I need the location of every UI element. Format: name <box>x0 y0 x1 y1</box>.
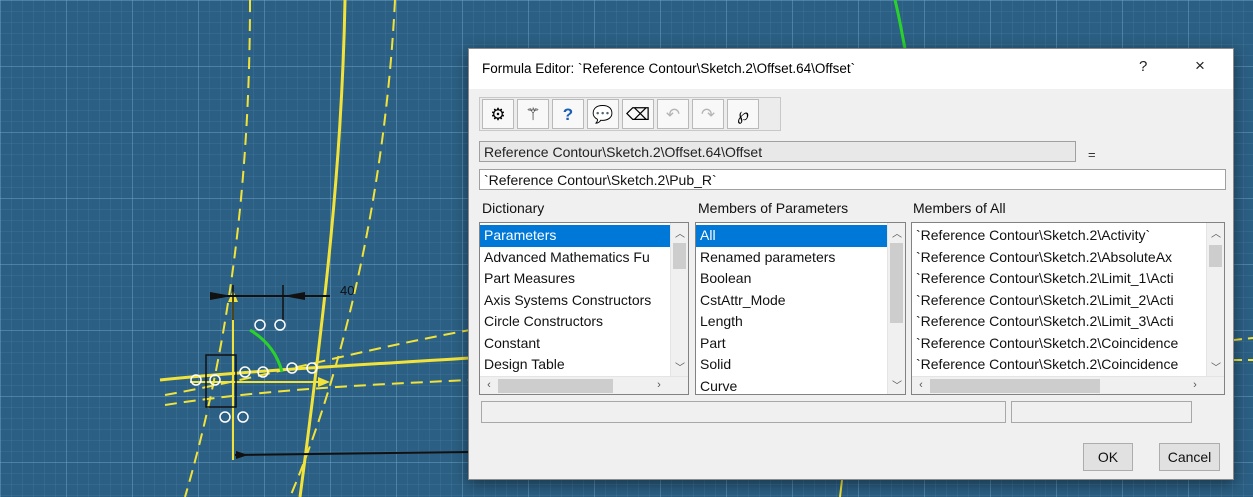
dashed-curve-3 <box>164 329 471 396</box>
scroll-down-icon[interactable]: ﹀ <box>1207 359 1224 374</box>
list-item[interactable]: `Reference Contour\Sketch.2\AbsoluteAx <box>912 247 1206 269</box>
list-item[interactable]: Boolean <box>696 268 887 290</box>
list-item[interactable]: Design Table <box>480 354 670 376</box>
list-item[interactable]: `Reference Contour\Sketch.2\Coincidence <box>912 333 1206 355</box>
cancel-button[interactable]: Cancel <box>1159 443 1220 471</box>
tool-0[interactable]: ⚙ <box>482 99 514 129</box>
curve-bottom[interactable] <box>839 479 843 497</box>
list-item[interactable]: `Reference Contour\Sketch.2\Limit_2\Acti <box>912 290 1206 312</box>
scroll-thumb[interactable] <box>930 379 1100 393</box>
scroll-up-icon[interactable]: ︿ <box>671 225 688 240</box>
list-item[interactable]: Length <box>696 311 887 333</box>
tool-2[interactable]: ? <box>552 99 584 129</box>
eraser-icon: ⌫ <box>625 104 651 124</box>
scroll-down-icon[interactable]: ﹀ <box>888 377 905 392</box>
scroll-down-icon[interactable]: ﹀ <box>671 359 688 374</box>
scroll-up-icon[interactable]: ︿ <box>1207 225 1224 240</box>
formula-editor-dialog: Formula Editor: `Reference Contour\Sketc… <box>468 48 1234 480</box>
dictionary-list[interactable]: Parameters Advanced Mathematics Fu Part Me… <box>479 222 689 395</box>
curve-right-top[interactable] <box>893 0 907 49</box>
members-all-label: Members of All <box>913 200 1006 216</box>
horizontal-axis-arrow <box>318 377 330 387</box>
list-item[interactable]: Renamed parameters <box>696 247 887 269</box>
dictionary-icon: ⚙ <box>490 104 506 124</box>
members-all-vscroll[interactable]: ︿ ﹀ <box>1206 223 1224 376</box>
dashed-curve-6 <box>1233 337 1253 341</box>
dictionary-label: Dictionary <box>482 200 545 216</box>
members-all-list[interactable]: `Reference Contour\Sketch.2\Activity` `Re… <box>911 222 1225 395</box>
members-all-hscroll[interactable]: ‹ › <box>912 376 1224 394</box>
formula-toolbar: ⚙ ⚚ ? 💬 ⌫ ↶ ↷ ℘ <box>479 97 781 131</box>
status-field-right <box>1011 401 1192 423</box>
wizard-wand-icon: ⚚ <box>525 104 541 124</box>
scroll-left-icon[interactable]: ‹ <box>914 379 928 391</box>
bottom-dimension-line <box>234 451 471 456</box>
list-item[interactable]: Solid <box>696 354 887 376</box>
list-item[interactable]: `Reference Contour\Sketch.2\Coincidence <box>912 354 1206 376</box>
status-field-left <box>481 401 1006 423</box>
help-book-icon: ? <box>562 104 574 124</box>
members-params-list[interactable]: All Renamed parameters Boolean CstAttr_Mode… <box>695 222 906 395</box>
list-item[interactable]: CstAttr_Mode <box>696 290 887 312</box>
list-item[interactable]: All <box>696 225 887 247</box>
list-item[interactable]: Constant <box>480 333 670 355</box>
tool-6[interactable]: ↷ <box>692 99 724 129</box>
tool-4[interactable]: ⌫ <box>622 99 654 129</box>
dimension-arrow-right <box>283 292 305 300</box>
scroll-up-icon[interactable]: ︿ <box>888 225 905 240</box>
parameter-select-icon: ℘ <box>737 104 749 124</box>
list-item[interactable]: `Reference Contour\Sketch.2\Limit_3\Acti <box>912 311 1206 333</box>
list-item[interactable]: `Reference Contour\Sketch.2\Limit_1\Acti <box>912 268 1206 290</box>
ok-button[interactable]: OK <box>1083 443 1133 471</box>
members-params-vscroll[interactable]: ︿ ﹀ <box>887 223 905 394</box>
angle-arc <box>249 328 284 373</box>
scroll-left-icon[interactable]: ‹ <box>482 379 496 391</box>
tool-1[interactable]: ⚚ <box>517 99 549 129</box>
help-button[interactable]: ? <box>1139 58 1147 75</box>
list-item[interactable]: `Reference Contour\Sketch.2\Activity` <box>912 225 1206 247</box>
members-params-label: Members of Parameters <box>698 200 849 216</box>
dialog-titlebar[interactable]: Formula Editor: `Reference Contour\Sketc… <box>469 49 1233 89</box>
list-item[interactable]: Parameters <box>480 225 670 247</box>
dictionary-vscroll[interactable]: ︿ ﹀ <box>670 223 688 376</box>
list-item[interactable]: Advanced Mathematics Fu <box>480 247 670 269</box>
dictionary-hscroll[interactable]: ‹ › <box>480 376 688 394</box>
comment-bubble-icon: 💬 <box>592 104 614 124</box>
list-item[interactable]: Circle Constructors <box>480 311 670 333</box>
curve-outer[interactable] <box>298 0 347 497</box>
parameter-name-field: Reference Contour\Sketch.2\Offset.64\Off… <box>479 141 1076 162</box>
close-button[interactable]: × <box>1195 56 1205 76</box>
dimension-label[interactable]: 40 <box>340 283 354 298</box>
scroll-right-icon[interactable]: › <box>1188 379 1202 391</box>
undo-icon: ↶ <box>665 104 681 124</box>
tool-3[interactable]: 💬 <box>587 99 619 129</box>
scroll-thumb[interactable] <box>673 243 686 269</box>
tool-5[interactable]: ↶ <box>657 99 689 129</box>
equals-sign: = <box>1088 147 1096 162</box>
dialog-title: Formula Editor: `Reference Contour\Sketc… <box>482 61 856 76</box>
redo-icon: ↷ <box>700 104 716 124</box>
list-item[interactable]: Axis Systems Constructors <box>480 290 670 312</box>
scroll-thumb[interactable] <box>890 243 903 323</box>
list-item[interactable]: Curve <box>696 376 887 395</box>
scroll-thumb[interactable] <box>498 379 613 393</box>
tool-7[interactable]: ℘ <box>727 99 759 129</box>
list-item[interactable]: Part <box>696 333 887 355</box>
scroll-right-icon[interactable]: › <box>652 379 666 391</box>
list-item[interactable]: Part Measures <box>480 268 670 290</box>
formula-input[interactable]: `Reference Contour\Sketch.2\Pub_R` <box>479 169 1226 190</box>
bottom-dimension-arrow <box>236 451 248 459</box>
dashed-curve-1 <box>184 0 251 497</box>
scroll-thumb[interactable] <box>1209 245 1222 267</box>
